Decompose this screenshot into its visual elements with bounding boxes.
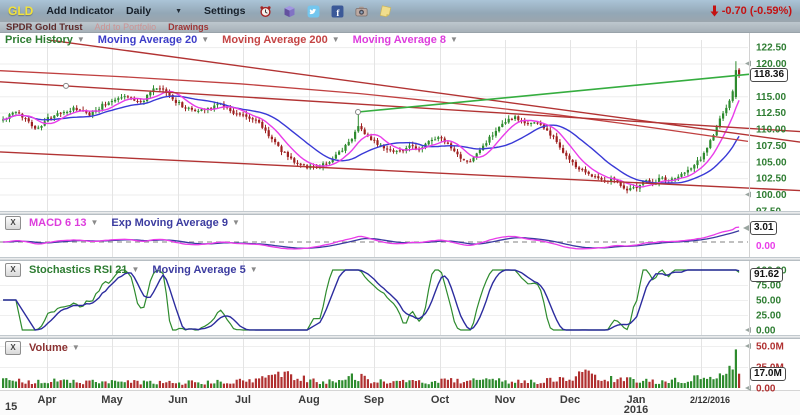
trendline-handle[interactable]	[64, 83, 69, 88]
chevron-down-icon: ▼	[250, 265, 258, 274]
svg-text:0.00: 0.00	[756, 241, 776, 252]
settings-button[interactable]: Settings	[204, 5, 245, 17]
price-panel-legend: Price History▼ Moving Average 20▼ Moving…	[5, 33, 467, 46]
twitter-icon[interactable]	[307, 5, 320, 18]
svg-text:50.00: 50.00	[756, 296, 781, 307]
note-icon[interactable]	[379, 5, 392, 18]
svg-text:100.00: 100.00	[756, 190, 787, 201]
volume-label[interactable]: Volume▼	[29, 342, 80, 354]
panel-splitter[interactable]	[0, 211, 800, 215]
panel-splitter[interactable]	[0, 335, 800, 339]
period-dropdown[interactable]: Daily ▼	[126, 5, 182, 17]
svg-text:2016: 2016	[624, 404, 648, 415]
facebook-icon[interactable]: f	[331, 5, 344, 18]
axis-marker-icon	[743, 225, 749, 231]
svg-text:112.50: 112.50	[756, 108, 786, 119]
macd-panel-legend: X MACD 6 13▼ Exp Moving Average 9▼	[5, 216, 249, 229]
panel-splitter[interactable]	[0, 257, 800, 261]
chevron-down-icon: ▼	[201, 35, 209, 44]
svg-text:Jul: Jul	[235, 394, 251, 406]
legend-moving-average-5[interactable]: Moving Average 5▼	[152, 264, 257, 276]
chart-canvas[interactable]: 122.50120.00115.00112.50110.00107.50105.…	[0, 0, 800, 415]
axis-marker-icon	[745, 385, 751, 391]
svg-text:122.50: 122.50	[756, 43, 787, 54]
volume-value-box: 17.0M	[750, 367, 786, 381]
trendline[interactable]	[0, 82, 800, 132]
last-price-box: 118.36	[750, 68, 788, 82]
close-volume-button[interactable]: X	[5, 341, 21, 355]
charting-app-window: 122.50120.00115.00112.50110.00107.50105.…	[0, 0, 800, 415]
chevron-down-icon: ▼	[450, 35, 458, 44]
svg-text:105.00: 105.00	[756, 157, 787, 168]
trendline[interactable]	[48, 40, 800, 142]
legend-moving-average-8[interactable]: Moving Average 8▼	[353, 34, 458, 46]
svg-text:May: May	[101, 394, 123, 406]
svg-text:102.50: 102.50	[756, 174, 787, 185]
toolbar-icons: f	[259, 5, 392, 18]
main-toolbar: GLD Add Indicator Daily ▼ Settings	[0, 0, 800, 22]
svg-text:15: 15	[5, 401, 17, 413]
svg-text:50.0M: 50.0M	[756, 342, 784, 353]
drawings-button[interactable]: Drawings	[168, 22, 209, 32]
chevron-down-icon: ▼	[90, 218, 98, 227]
axis-marker-icon	[745, 192, 751, 198]
legend-moving-average-200[interactable]: Moving Average 200▼	[222, 34, 339, 46]
legend-price-history[interactable]: Price History▼	[5, 34, 85, 46]
period-value: Daily	[126, 5, 151, 17]
svg-text:75.00: 75.00	[756, 281, 781, 292]
down-arrow-icon	[710, 5, 719, 17]
chevron-down-icon: ▼	[131, 265, 139, 274]
camera-icon[interactable]	[355, 5, 368, 18]
close-macd-button[interactable]: X	[5, 216, 21, 230]
chevron-down-icon: ▼	[232, 218, 240, 227]
svg-text:115.00: 115.00	[756, 92, 786, 103]
add-to-portfolio-button[interactable]: Add to Portfolio	[95, 22, 157, 32]
svg-text:Apr: Apr	[38, 394, 58, 406]
chevron-down-icon: ▼	[72, 343, 80, 352]
trendline-handle[interactable]	[356, 110, 361, 115]
legend-moving-average-20[interactable]: Moving Average 20▼	[98, 34, 209, 46]
legend-ema9[interactable]: Exp Moving Average 9▼	[111, 217, 239, 229]
stoch-value-box: 91.62	[750, 268, 783, 282]
svg-text:Jun: Jun	[168, 394, 188, 406]
chevron-down-icon: ▼	[175, 8, 182, 15]
price-change-text: -0.70 (-0.59%)	[722, 5, 792, 17]
trendline[interactable]	[0, 152, 800, 191]
axis-marker-icon	[745, 343, 751, 349]
legend-macd[interactable]: MACD 6 13▼	[29, 217, 98, 229]
svg-text:Dec: Dec	[560, 394, 580, 406]
chevron-down-icon: ▼	[77, 35, 85, 44]
chevron-down-icon: ▼	[332, 35, 340, 44]
svg-text:Sep: Sep	[364, 394, 384, 406]
svg-text:2/12/2016: 2/12/2016	[690, 395, 730, 405]
svg-text:Nov: Nov	[495, 394, 517, 406]
svg-text:Oct: Oct	[431, 394, 450, 406]
axis-marker-icon	[745, 327, 751, 333]
price-change: -0.70 (-0.59%)	[710, 5, 792, 17]
symbol-ticker: GLD	[8, 4, 33, 18]
alarm-clock-icon[interactable]	[259, 5, 272, 18]
svg-text:107.50: 107.50	[756, 141, 787, 152]
svg-text:Aug: Aug	[298, 394, 319, 406]
symbol-bar: SPDR Gold Trust Add to Portfolio Drawing…	[0, 22, 800, 33]
axis-marker-icon	[745, 61, 751, 67]
svg-text:25.00: 25.00	[756, 311, 781, 322]
volume-panel-legend: X Volume▼	[5, 341, 89, 354]
add-indicator-button[interactable]: Add Indicator	[46, 5, 114, 17]
legend-stochastics-rsi[interactable]: Stochastics RSI 21▼	[29, 264, 139, 276]
macd-value-box: 3.01	[750, 221, 777, 235]
close-stoch-button[interactable]: X	[5, 263, 21, 277]
svg-text:0.00: 0.00	[756, 384, 776, 395]
stoch-panel-legend: X Stochastics RSI 21▼ Moving Average 5▼	[5, 263, 267, 276]
svg-text:110.00: 110.00	[756, 125, 786, 136]
green-trendline[interactable]	[358, 74, 750, 112]
symbol-name: SPDR Gold Trust	[6, 22, 83, 33]
cube-icon[interactable]	[283, 5, 296, 18]
